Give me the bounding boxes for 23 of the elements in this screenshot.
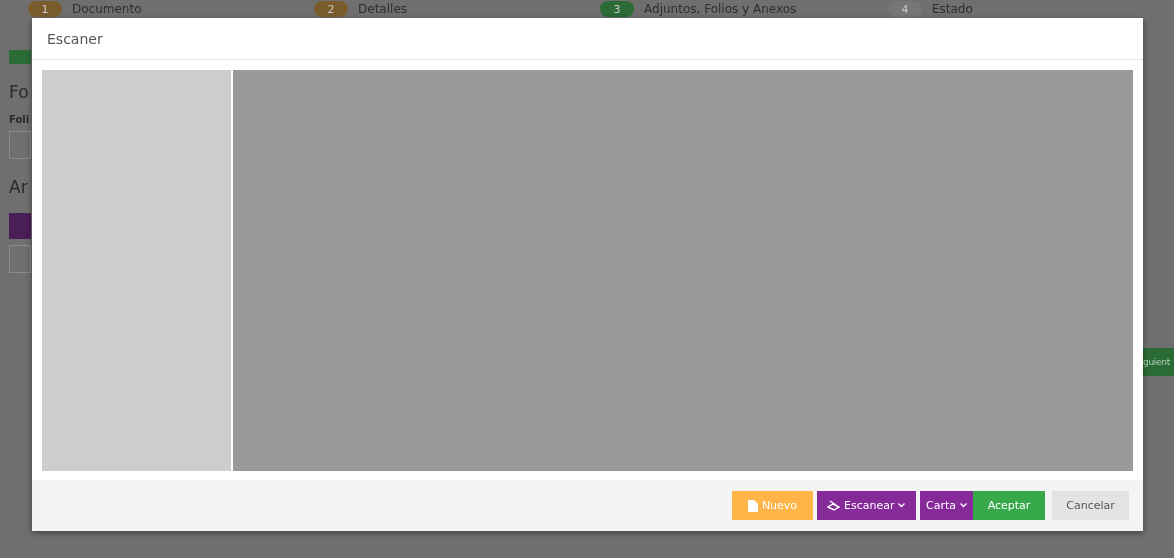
caret-icon bbox=[960, 503, 967, 508]
cancel-button[interactable]: Cancelar bbox=[1052, 491, 1129, 520]
step-label: Documento bbox=[72, 2, 142, 16]
input-field[interactable] bbox=[9, 131, 31, 159]
scan-button[interactable]: Escanear bbox=[817, 491, 916, 520]
step-label: Estado bbox=[931, 2, 973, 16]
paper-button[interactable]: Carta bbox=[920, 491, 973, 520]
input-field[interactable] bbox=[9, 245, 31, 273]
step-label: Adjuntos, Folios y Anexos bbox=[644, 2, 797, 16]
section-heading: Ar bbox=[9, 177, 29, 197]
step-number: 3 bbox=[600, 1, 635, 17]
step-number: 4 bbox=[887, 1, 922, 17]
field-label: Foli bbox=[9, 114, 31, 125]
next-button[interactable]: guient bbox=[1143, 348, 1174, 376]
add-button[interactable] bbox=[9, 213, 31, 239]
step-number: 2 bbox=[314, 1, 349, 17]
caret-icon bbox=[898, 503, 906, 508]
dialog-title: Escaner bbox=[47, 30, 103, 47]
document-icon bbox=[747, 499, 758, 512]
section-heading: Fo bbox=[9, 82, 30, 102]
scanner-icon bbox=[827, 500, 840, 511]
step-label: Detalles bbox=[358, 2, 407, 16]
step-number: 1 bbox=[28, 1, 62, 17]
